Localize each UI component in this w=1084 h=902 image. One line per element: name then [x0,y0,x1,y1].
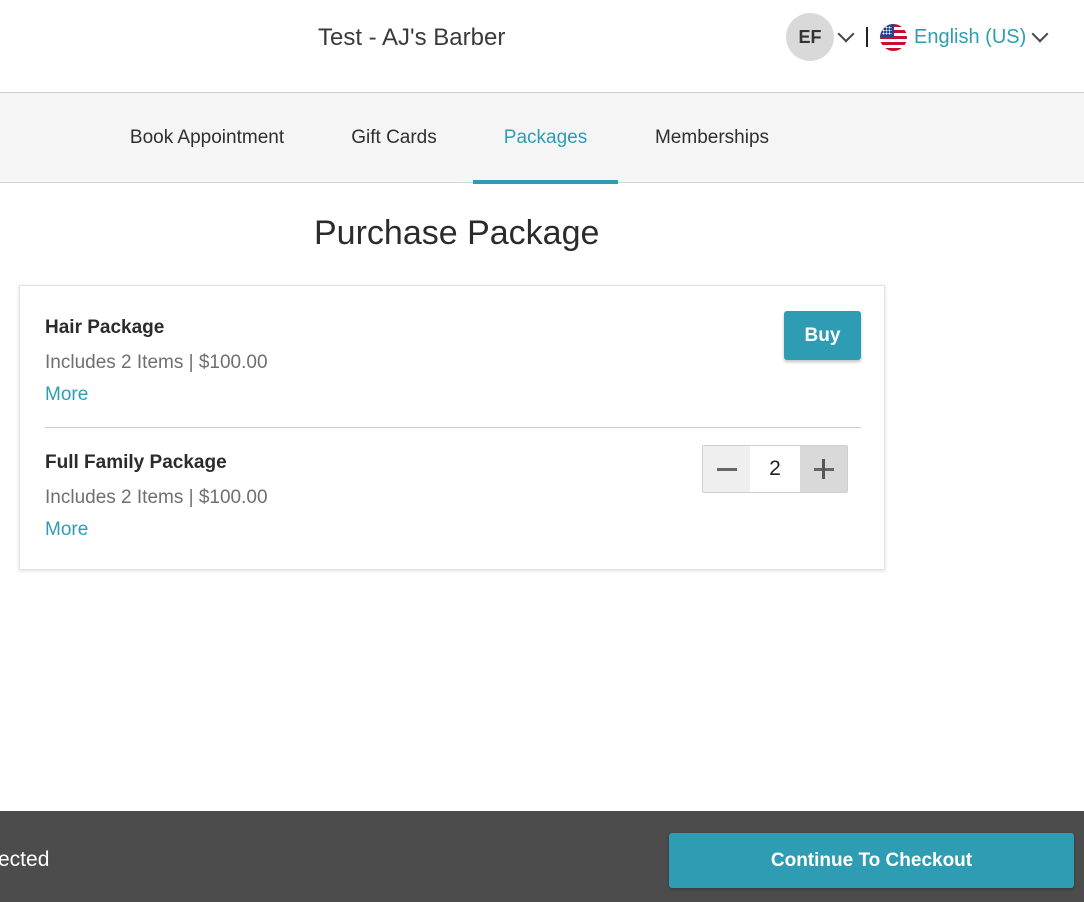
continue-to-checkout-button[interactable]: Continue To Checkout [669,833,1074,888]
header-divider [866,27,868,47]
package-name: Full Family Package [45,452,227,473]
selected-count-text: ected [0,848,50,871]
tab-memberships[interactable]: Memberships [640,93,784,182]
language-selector[interactable]: English (US) [914,26,1026,49]
page-title: Purchase Package [314,214,600,252]
minus-icon [716,467,737,471]
checkout-bar: ected Continue To Checkout [0,811,1084,902]
us-flag-icon[interactable] [880,24,907,51]
package-details: Includes 2 Items | $100.00 [45,352,268,373]
tab-gift-cards[interactable]: Gift Cards [336,93,452,182]
package-more-link[interactable]: More [45,384,88,406]
increment-button[interactable] [800,446,847,492]
package-more-link[interactable]: More [45,519,88,541]
language-chevron-down-icon[interactable] [1031,25,1049,43]
user-avatar[interactable]: EF [786,13,834,61]
store-title: Test - AJ's Barber [318,24,506,51]
decrement-button[interactable] [703,446,750,492]
nav-tabs: Book Appointment Gift Cards Packages Mem… [0,93,1084,184]
row-divider [45,427,861,428]
quantity-value[interactable]: 2 [750,446,800,492]
tab-book-appointment[interactable]: Book Appointment [112,93,302,182]
quantity-stepper: 2 [702,445,848,493]
tab-packages[interactable]: Packages [473,93,618,184]
user-menu-chevron-down-icon[interactable] [837,25,855,43]
packages-card: Hair Package Includes 2 Items | $100.00 … [19,285,885,570]
package-details: Includes 2 Items | $100.00 [45,487,268,508]
package-name: Hair Package [45,317,165,338]
top-header: Test - AJ's Barber EF English (US) [0,0,1084,93]
buy-button[interactable]: Buy [784,311,861,360]
